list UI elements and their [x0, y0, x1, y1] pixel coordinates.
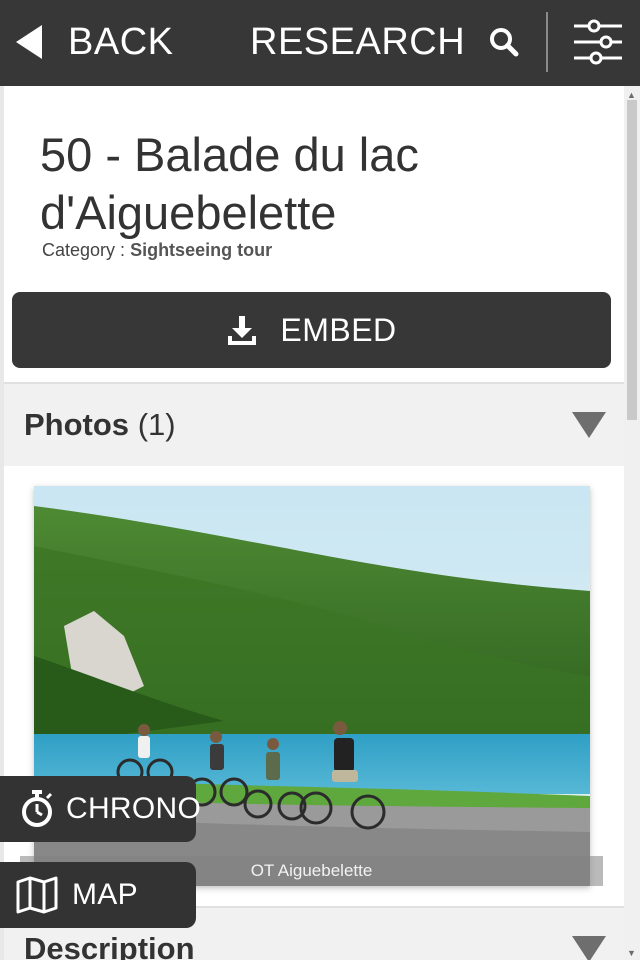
category-value: Sightseeing tour — [130, 240, 273, 260]
filter-button[interactable] — [572, 18, 624, 66]
top-bar: BACK RESEARCH — [0, 0, 640, 86]
scrollbar[interactable]: ▲ ▼ — [624, 86, 640, 960]
poi-title: 50 - Balade du lac d'Aiguebelette — [40, 128, 419, 239]
photos-section-header[interactable]: Photos (1) — [4, 382, 624, 466]
scroll-up-arrow[interactable]: ▲ — [627, 90, 636, 100]
triangle-left-icon — [16, 25, 42, 59]
folded-map-icon — [0, 876, 72, 914]
embed-button[interactable]: EMBED — [12, 292, 611, 368]
research-button[interactable]: RESEARCH — [250, 0, 519, 84]
download-icon — [226, 314, 280, 346]
sliders-icon — [572, 19, 624, 70]
photos-title: Photos — [24, 407, 130, 442]
poi-category: Category : Sightseeing tour — [42, 240, 272, 261]
description-title: Description — [24, 931, 195, 960]
back-label: BACK — [68, 20, 174, 63]
chrono-button[interactable]: CHRONO — [0, 776, 201, 842]
research-label: RESEARCH — [250, 20, 466, 63]
map-button[interactable]: MAP — [0, 862, 196, 928]
scroll-down-arrow[interactable]: ▼ — [627, 948, 636, 958]
scrollbar-thumb[interactable] — [627, 100, 637, 420]
photos-count: (1) — [137, 407, 176, 442]
embed-label: EMBED — [280, 311, 397, 348]
chevron-down-icon — [572, 412, 606, 438]
description-section-title: Description — [24, 931, 195, 960]
search-icon — [465, 27, 519, 57]
chevron-down-icon — [572, 936, 606, 960]
photos-section-title: Photos (1) — [24, 407, 176, 443]
stopwatch-icon — [0, 790, 66, 828]
chrono-label: CHRONO — [66, 792, 202, 825]
map-label: MAP — [72, 878, 138, 911]
topbar-divider — [546, 12, 548, 72]
category-label: Category : — [42, 240, 126, 260]
back-button[interactable]: BACK — [16, 0, 173, 84]
